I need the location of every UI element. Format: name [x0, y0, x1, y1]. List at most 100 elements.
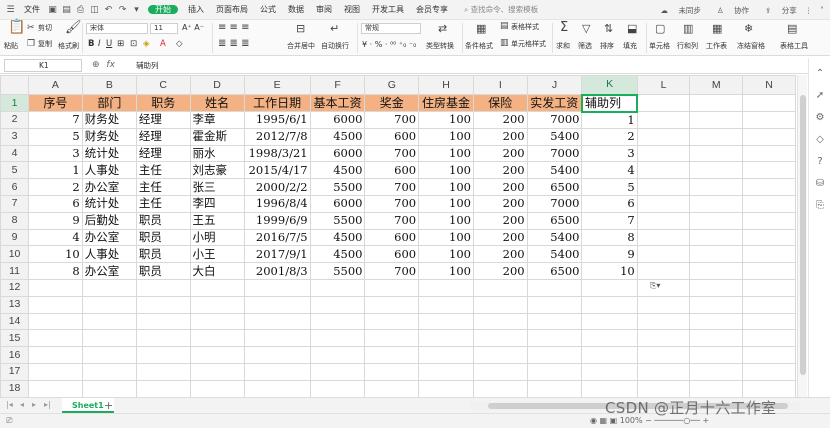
- header-cell[interactable]: 部门: [81, 94, 137, 112]
- cell[interactable]: 主任: [135, 161, 191, 180]
- cell[interactable]: [418, 329, 474, 348]
- align-left-icon[interactable]: ≣ ≣ ≣: [218, 39, 250, 49]
- paste-icon[interactable]: 📋: [8, 20, 25, 34]
- cell[interactable]: [636, 312, 691, 331]
- column-header[interactable]: J: [526, 75, 583, 95]
- cell[interactable]: [526, 362, 583, 381]
- row-header[interactable]: 7: [0, 194, 30, 213]
- cell[interactable]: [364, 346, 420, 364]
- cell[interactable]: [636, 329, 691, 348]
- cell[interactable]: [81, 346, 137, 364]
- print-preview-icon[interactable]: ◫: [88, 3, 101, 16]
- cell[interactable]: [28, 362, 83, 381]
- merge-icon[interactable]: ⊡: [130, 40, 137, 49]
- cell[interactable]: [742, 262, 796, 280]
- cell[interactable]: 700: [364, 144, 420, 163]
- increase-font-icon[interactable]: A⁺ A⁻: [182, 23, 204, 32]
- table-style-button[interactable]: 表格样式: [511, 23, 539, 32]
- cell-button[interactable]: 单元格: [649, 42, 670, 51]
- row-header[interactable]: 3: [0, 127, 30, 146]
- column-header[interactable]: E: [243, 75, 311, 95]
- cell[interactable]: 700: [364, 262, 420, 280]
- next-sheet-icon[interactable]: ▸: [32, 400, 36, 409]
- cell[interactable]: 丽水: [189, 144, 245, 163]
- ribbon-tab[interactable]: 插入: [182, 5, 210, 14]
- cell[interactable]: 人事处: [81, 245, 137, 264]
- cell[interactable]: [135, 362, 191, 381]
- fx-icon[interactable]: fx: [106, 60, 115, 70]
- row-header[interactable]: 9: [0, 228, 30, 247]
- cell[interactable]: [135, 295, 191, 314]
- sum-button[interactable]: 求和: [556, 42, 570, 51]
- formula-content[interactable]: 辅助列: [136, 59, 159, 72]
- row-header[interactable]: 5: [0, 161, 30, 180]
- column-header[interactable]: D: [189, 75, 245, 95]
- italic-icon[interactable]: I: [98, 40, 101, 49]
- quick-access-dropdown-icon[interactable]: ▾: [130, 3, 143, 16]
- cell[interactable]: [243, 329, 311, 348]
- cell[interactable]: [189, 278, 245, 297]
- first-sheet-icon[interactable]: |◂: [6, 400, 13, 409]
- cell[interactable]: [28, 278, 83, 297]
- output-pdf-icon[interactable]: ▤: [60, 3, 73, 16]
- cell[interactable]: [364, 362, 420, 381]
- cell[interactable]: [581, 278, 638, 297]
- table-tools-button[interactable]: 表格工具: [780, 42, 808, 51]
- active-cell[interactable]: 辅助列: [580, 93, 639, 113]
- cell[interactable]: [636, 94, 691, 112]
- cell[interactable]: 200: [472, 144, 528, 163]
- cell[interactable]: [636, 379, 691, 397]
- row-header[interactable]: 17: [0, 362, 30, 381]
- row-header[interactable]: 18: [0, 379, 30, 397]
- share-button[interactable]: ⇪ 分享: [757, 5, 797, 16]
- prev-sheet-icon[interactable]: ◂: [20, 400, 24, 409]
- cell[interactable]: [689, 379, 744, 397]
- cell[interactable]: 2000/2/2: [243, 178, 311, 196]
- cell[interactable]: 人事处: [81, 161, 137, 180]
- row-header[interactable]: 1: [0, 94, 30, 112]
- border-icon[interactable]: ⊞: [117, 40, 124, 49]
- cell[interactable]: 6000: [309, 111, 366, 129]
- cell[interactable]: [243, 278, 311, 297]
- cell[interactable]: 4500: [309, 245, 366, 264]
- cell[interactable]: [636, 362, 691, 381]
- cell[interactable]: 7000: [526, 111, 583, 129]
- cell[interactable]: [742, 278, 796, 297]
- header-cell[interactable]: 基本工资: [309, 94, 366, 112]
- cell[interactable]: 700: [364, 194, 420, 213]
- cell[interactable]: 主任: [135, 178, 191, 196]
- cell[interactable]: [189, 329, 245, 348]
- cell[interactable]: [689, 161, 744, 180]
- cell[interactable]: [689, 362, 744, 381]
- clear-format-icon[interactable]: ◇: [176, 40, 183, 49]
- add-sheet-button[interactable]: +: [104, 399, 113, 412]
- cell[interactable]: [526, 379, 583, 397]
- column-header[interactable]: C: [135, 75, 191, 95]
- cell[interactable]: [636, 144, 691, 163]
- cell[interactable]: 5: [581, 178, 638, 196]
- cell[interactable]: [742, 144, 796, 163]
- cell[interactable]: [689, 278, 744, 297]
- name-box[interactable]: K1: [4, 59, 82, 72]
- vertical-scrollbar[interactable]: [797, 75, 807, 397]
- cell[interactable]: 100: [418, 127, 474, 146]
- wrap-text-button[interactable]: 自动换行: [321, 42, 349, 51]
- header-cell[interactable]: 姓名: [189, 94, 245, 112]
- cell[interactable]: [636, 295, 691, 314]
- cell[interactable]: [636, 262, 691, 280]
- cell[interactable]: 200: [472, 228, 528, 247]
- row-col-button[interactable]: 行和列: [677, 42, 698, 51]
- row-header[interactable]: 16: [0, 346, 30, 364]
- number-format-select[interactable]: 常规: [361, 23, 421, 34]
- copy-button[interactable]: 复制: [38, 40, 52, 49]
- cell[interactable]: 7: [28, 111, 83, 129]
- cell[interactable]: 5400: [526, 161, 583, 180]
- print-icon[interactable]: ⎙: [74, 3, 87, 16]
- cell[interactable]: [364, 295, 420, 314]
- cell[interactable]: 霍金斯: [189, 127, 245, 146]
- cell[interactable]: [135, 278, 191, 297]
- cell[interactable]: [742, 346, 796, 364]
- cell[interactable]: [472, 278, 528, 297]
- row-header[interactable]: 11: [0, 262, 30, 280]
- ribbon-tab[interactable]: 开发工具: [366, 5, 410, 14]
